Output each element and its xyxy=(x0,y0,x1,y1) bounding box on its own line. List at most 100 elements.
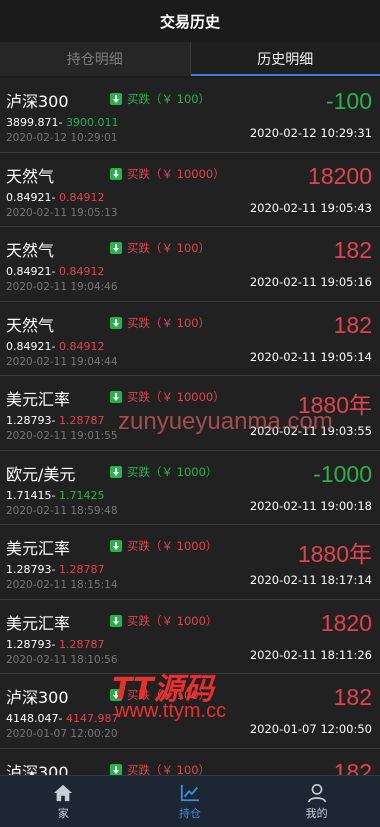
direction-text: 买跌（￥ 100） xyxy=(127,762,211,776)
profit-loss: 182 xyxy=(333,684,372,710)
direction-badge: 买跌（￥ 100） xyxy=(110,762,211,776)
direction-badge: 买跌（￥ 1000） xyxy=(110,464,217,480)
down-arrow-icon xyxy=(110,540,122,552)
instrument-name: 欧元/美元 xyxy=(6,464,76,484)
open-time: 2020-02-11 18:10:56 xyxy=(6,653,118,666)
direction-text: 买跌（￥ 1000） xyxy=(127,464,218,479)
down-arrow-icon xyxy=(110,242,122,254)
open-time: 2020-02-12 10:29:01 xyxy=(6,132,118,144)
open-time: 2020-02-11 19:01:55 xyxy=(6,430,118,442)
history-row[interactable]: 天然气 买跌（￥ 100） 0.84921- 0.84912 2020-02-11 1… xyxy=(0,227,380,302)
tab-positions[interactable]: 持仓明细 xyxy=(0,42,190,76)
open-time: 2020-02-11 19:05:13 xyxy=(6,206,118,219)
tab-bar: 持仓明细 历史明细 xyxy=(0,42,380,76)
instrument-name: 天然气 xyxy=(6,315,55,335)
close-price: 1.28787 xyxy=(58,637,105,651)
open-price: 4148.047- xyxy=(6,712,63,725)
close-time: 2020-02-11 18:17:14 xyxy=(249,573,372,587)
direction-badge: 买跌（￥ 100） xyxy=(110,91,210,107)
history-row[interactable]: 天然气 买跌（￥ 10000） 0.84921- 0.84912 2020-02-11… xyxy=(0,152,380,227)
price-range: 1.28793- 1.28787 xyxy=(6,563,104,576)
close-price: 1.28787 xyxy=(58,414,105,427)
profit-loss: 1880年 xyxy=(297,392,372,418)
direction-text: 买跌（￥ 1000） xyxy=(127,539,218,553)
instrument-name: 泸深300 xyxy=(6,92,69,111)
open-price: 1.28793- xyxy=(6,637,56,651)
price-range: 3899.871- 3900.011 xyxy=(6,116,118,129)
direction-text: 买跌（￥ 1000） xyxy=(127,613,218,628)
open-price: 1.28793- xyxy=(6,563,56,576)
direction-text: 买跌（￥ 100） xyxy=(127,241,211,255)
instrument-name: 泸深300 xyxy=(6,762,69,776)
open-price: 1.28793- xyxy=(6,414,56,427)
profit-loss: -100 xyxy=(325,88,372,114)
close-price: 0.84912 xyxy=(58,265,105,278)
profit-loss: 182 xyxy=(333,758,372,776)
open-price: 0.84921- xyxy=(6,265,56,278)
price-range: 1.28793- 1.28787 xyxy=(6,414,104,427)
user-icon xyxy=(307,783,326,802)
direction-badge: 买跌（￥ 100） xyxy=(110,315,210,331)
open-price: 0.84921- xyxy=(6,190,56,204)
nav-me[interactable]: 我的 xyxy=(253,776,380,827)
nav-home[interactable]: 家 xyxy=(0,776,127,827)
price-range: 1.71415- 1.71425 xyxy=(6,489,104,502)
app-header: 交易历史 xyxy=(0,0,380,42)
price-range: 4148.047- 4147.987 xyxy=(6,712,118,725)
direction-text: 买跌（￥ 100） xyxy=(127,315,211,330)
close-time: 2020-01-07 12:00:50 xyxy=(249,722,372,736)
chart-icon xyxy=(180,784,200,801)
open-price: 0.84921- xyxy=(6,339,56,353)
down-arrow-icon xyxy=(110,465,122,478)
history-row[interactable]: 泸深300 买跌（￥ 100） 4148.047- 4147.987 2020-01-… xyxy=(0,674,380,749)
direction-badge: 买跌（￥ 100） xyxy=(110,687,210,703)
direction-text: 买跌（￥ 100） xyxy=(127,688,211,702)
history-row[interactable]: 欧元/美元 买跌（￥ 1000） 1.71415- 1.71425 2020-02-1… xyxy=(0,450,380,525)
bottom-nav: 家 持仓 我的 xyxy=(0,775,380,827)
down-arrow-icon xyxy=(110,167,122,180)
history-row[interactable]: 泸深300 买跌（￥ 100） 3899.871- 3900.011 2020-02-… xyxy=(0,78,380,153)
price-range: 0.84921- 0.84912 xyxy=(6,265,104,278)
instrument-name: 美元汇率 xyxy=(6,539,71,558)
history-row[interactable]: 美元汇率 买跌（￥ 10000） 1.28793- 1.28787 2020-02-1… xyxy=(0,376,380,451)
direction-text: 买跌（￥ 10000） xyxy=(127,166,225,181)
open-price: 1.71415- xyxy=(6,488,56,502)
history-row[interactable]: 美元汇率 买跌（￥ 1000） 1.28793- 1.28787 2020-02-11… xyxy=(0,525,380,600)
instrument-name: 天然气 xyxy=(6,166,55,186)
price-range: 0.84921- 0.84912 xyxy=(6,191,104,204)
history-row[interactable]: 天然气 买跌（￥ 100） 0.84921- 0.84912 2020-02-11 1… xyxy=(0,301,380,376)
close-time: 2020-02-12 10:29:31 xyxy=(249,126,372,140)
home-icon xyxy=(54,784,73,801)
direction-text: 买跌（￥ 100） xyxy=(127,92,211,106)
open-time: 2020-02-11 18:59:48 xyxy=(6,504,118,517)
direction-badge: 买跌（￥ 100） xyxy=(110,240,210,256)
down-arrow-icon xyxy=(110,614,122,627)
profit-loss: 182 xyxy=(333,237,372,263)
price-range: 0.84921- 0.84912 xyxy=(6,340,104,353)
down-arrow-icon xyxy=(110,689,122,701)
history-list[interactable]: 泸深300 买跌（￥ 100） 3899.871- 3900.011 2020-02-… xyxy=(0,78,380,775)
profit-loss: 1820 xyxy=(320,609,372,636)
open-price: 3899.871- xyxy=(6,116,63,129)
history-row[interactable]: 泸深300 买跌（￥ 100） 182 xyxy=(0,748,380,776)
instrument-name: 泸深300 xyxy=(6,688,69,707)
instrument-name: 美元汇率 xyxy=(6,613,71,633)
nav-me-label: 我的 xyxy=(305,806,328,820)
down-arrow-icon xyxy=(110,763,122,775)
close-price: 1.71425 xyxy=(58,488,105,502)
direction-badge: 买跌（￥ 1000） xyxy=(110,613,217,629)
history-row[interactable]: 美元汇率 买跌（￥ 1000） 1.28793- 1.28787 2020-02-11… xyxy=(0,599,380,674)
direction-badge: 买跌（￥ 10000） xyxy=(110,166,225,182)
open-time: 2020-02-11 19:04:46 xyxy=(6,281,118,293)
direction-text: 买跌（￥ 10000） xyxy=(127,390,225,404)
open-time: 2020-01-07 12:00:20 xyxy=(6,728,118,740)
close-time: 2020-02-11 19:03:55 xyxy=(249,424,372,438)
profit-loss: 1880年 xyxy=(297,541,372,567)
open-time: 2020-02-11 18:15:14 xyxy=(6,579,118,591)
price-range: 1.28793- 1.28787 xyxy=(6,638,104,651)
nav-positions[interactable]: 持仓 xyxy=(127,776,254,827)
direction-badge: 买跌（￥ 10000） xyxy=(110,389,225,405)
down-arrow-icon xyxy=(110,93,122,105)
profit-loss: -1000 xyxy=(313,460,372,487)
tab-history[interactable]: 历史明细 xyxy=(189,42,380,76)
